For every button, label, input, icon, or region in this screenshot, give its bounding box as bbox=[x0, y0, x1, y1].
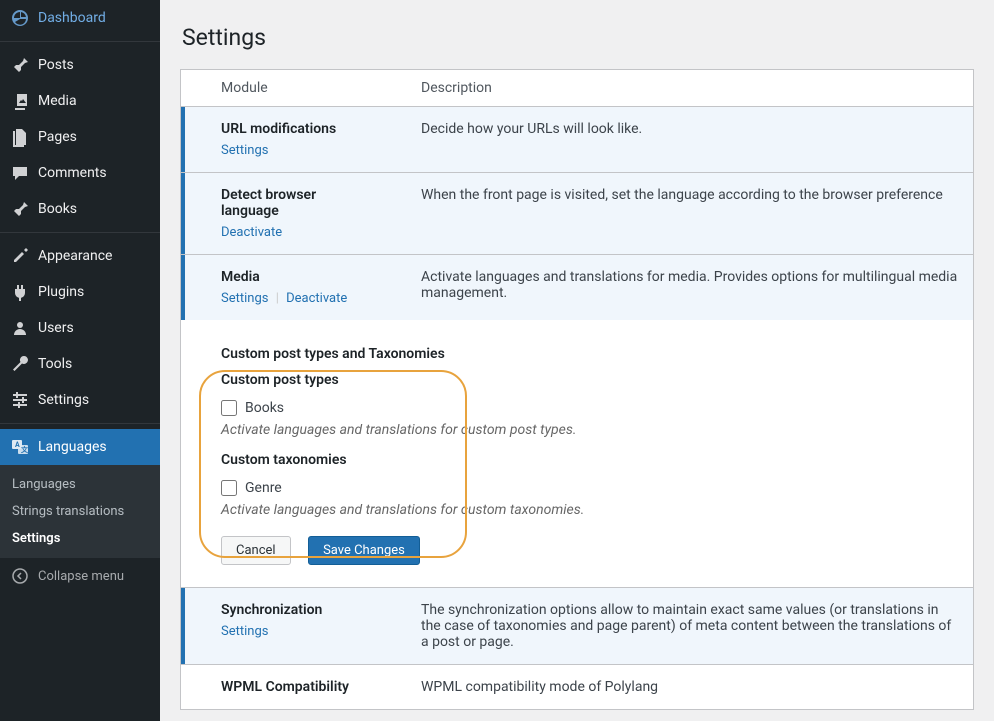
module-name: Synchronization bbox=[221, 602, 369, 618]
svg-text:A: A bbox=[15, 441, 20, 449]
sidebar-item-appearance[interactable]: Appearance bbox=[0, 238, 160, 274]
admin-sidebar: Dashboard Posts Media Pages Comments Boo… bbox=[0, 0, 160, 721]
settings-icon bbox=[10, 390, 30, 410]
col-module: Module bbox=[181, 70, 381, 107]
module-deactivate-link[interactable]: Deactivate bbox=[221, 225, 282, 240]
sidebar-item-settings[interactable]: Settings bbox=[0, 382, 160, 418]
cpt-books-checkbox[interactable] bbox=[221, 400, 237, 416]
users-icon bbox=[10, 318, 30, 338]
sidebar-item-label: Appearance bbox=[38, 248, 112, 264]
cpt-hint: Activate languages and translations for … bbox=[221, 422, 961, 438]
module-description: Decide how your URLs will look like. bbox=[381, 107, 973, 173]
sidebar-item-media[interactable]: Media bbox=[0, 83, 160, 119]
tax-hint: Activate languages and translations for … bbox=[221, 502, 961, 518]
sidebar-item-pages[interactable]: Pages bbox=[0, 119, 160, 155]
cancel-button[interactable]: Cancel bbox=[221, 536, 291, 565]
module-description: The synchronization options allow to mai… bbox=[381, 588, 973, 665]
module-settings-link[interactable]: Settings bbox=[221, 143, 268, 158]
tax-item-row: Genre bbox=[221, 480, 961, 496]
collapse-menu[interactable]: Collapse menu bbox=[0, 558, 160, 594]
cpt-tax-section-title: Custom post types and Taxonomies bbox=[221, 346, 961, 362]
save-button[interactable]: Save Changes bbox=[308, 536, 420, 565]
modules-panel: Module Description URL modifications Set… bbox=[180, 69, 974, 710]
module-description: WPML compatibility mode of Polylang bbox=[381, 665, 973, 710]
table-row: Synchronization Settings The synchroniza… bbox=[181, 588, 973, 665]
module-name: Media bbox=[221, 269, 369, 285]
table-row: Detect browser language Deactivate When … bbox=[181, 173, 973, 255]
sidebar-item-plugins[interactable]: Plugins bbox=[0, 274, 160, 310]
module-deactivate-link[interactable]: Deactivate bbox=[286, 291, 347, 306]
sidebar-item-posts[interactable]: Posts bbox=[0, 47, 160, 83]
sidebar-item-label: Tools bbox=[38, 356, 72, 372]
tax-subtitle: Custom taxonomies bbox=[221, 452, 961, 468]
pin-icon bbox=[10, 199, 30, 219]
plugins-icon bbox=[10, 282, 30, 302]
tax-genre-checkbox[interactable] bbox=[221, 480, 237, 496]
sidebar-item-label: Books bbox=[38, 201, 77, 217]
sidebar-item-label: Dashboard bbox=[38, 10, 106, 26]
pages-icon bbox=[10, 127, 30, 147]
table-row: Media Settings | Deactivate Activate lan… bbox=[181, 255, 973, 321]
module-description: When the front page is visited, set the … bbox=[381, 173, 973, 255]
sidebar-item-languages[interactable]: A文 Languages bbox=[0, 429, 160, 465]
sidebar-item-tools[interactable]: Tools bbox=[0, 346, 160, 382]
languages-icon: A文 bbox=[10, 437, 30, 457]
sidebar-item-label: Comments bbox=[38, 165, 107, 181]
dashboard-icon bbox=[10, 8, 30, 28]
table-row: URL modifications Settings Decide how yo… bbox=[181, 107, 973, 173]
sidebar-item-label: Media bbox=[38, 93, 77, 109]
module-description: Activate languages and translations for … bbox=[381, 255, 973, 321]
sidebar-item-label: Plugins bbox=[38, 284, 84, 300]
sidebar-item-users[interactable]: Users bbox=[0, 310, 160, 346]
sidebar-item-label: Languages bbox=[38, 439, 107, 455]
svg-text:文: 文 bbox=[21, 445, 29, 454]
module-settings-link[interactable]: Settings bbox=[221, 291, 268, 306]
sidebar-submenu: Languages Strings translations Settings bbox=[0, 465, 160, 558]
table-row: WPML Compatibility WPML compatibility mo… bbox=[181, 665, 973, 710]
expanded-row: Custom post types and Taxonomies Custom … bbox=[181, 320, 973, 588]
cpt-books-label[interactable]: Books bbox=[245, 400, 284, 416]
module-settings-link[interactable]: Settings bbox=[221, 624, 268, 639]
cpt-subtitle: Custom post types bbox=[221, 372, 961, 388]
sidebar-item-label: Users bbox=[38, 320, 74, 336]
sidebar-item-label: Posts bbox=[38, 57, 74, 73]
sidebar-item-label: Settings bbox=[38, 392, 89, 408]
cpt-item-row: Books bbox=[221, 400, 961, 416]
module-name: URL modifications bbox=[221, 121, 369, 137]
collapse-icon bbox=[10, 566, 30, 586]
module-name: WPML Compatibility bbox=[221, 679, 369, 695]
sidebar-item-label: Pages bbox=[38, 129, 77, 145]
comments-icon bbox=[10, 163, 30, 183]
sidebar-item-dashboard[interactable]: Dashboard bbox=[0, 0, 160, 36]
pin-icon bbox=[10, 55, 30, 75]
modules-table: Module Description URL modifications Set… bbox=[181, 70, 973, 709]
sidebar-item-books[interactable]: Books bbox=[0, 191, 160, 227]
tax-genre-label[interactable]: Genre bbox=[245, 480, 282, 496]
module-name: Detect browser language bbox=[221, 187, 369, 219]
media-icon bbox=[10, 91, 30, 111]
sidebar-item-comments[interactable]: Comments bbox=[0, 155, 160, 191]
page-title: Settings bbox=[182, 24, 974, 51]
submenu-item-languages[interactable]: Languages bbox=[0, 471, 160, 498]
tools-icon bbox=[10, 354, 30, 374]
submenu-item-strings[interactable]: Strings translations bbox=[0, 498, 160, 525]
appearance-icon bbox=[10, 246, 30, 266]
submenu-item-settings[interactable]: Settings bbox=[0, 525, 160, 552]
col-description: Description bbox=[381, 70, 973, 107]
content-area: Settings Module Description URL modifica… bbox=[160, 0, 994, 721]
collapse-label: Collapse menu bbox=[38, 569, 124, 584]
